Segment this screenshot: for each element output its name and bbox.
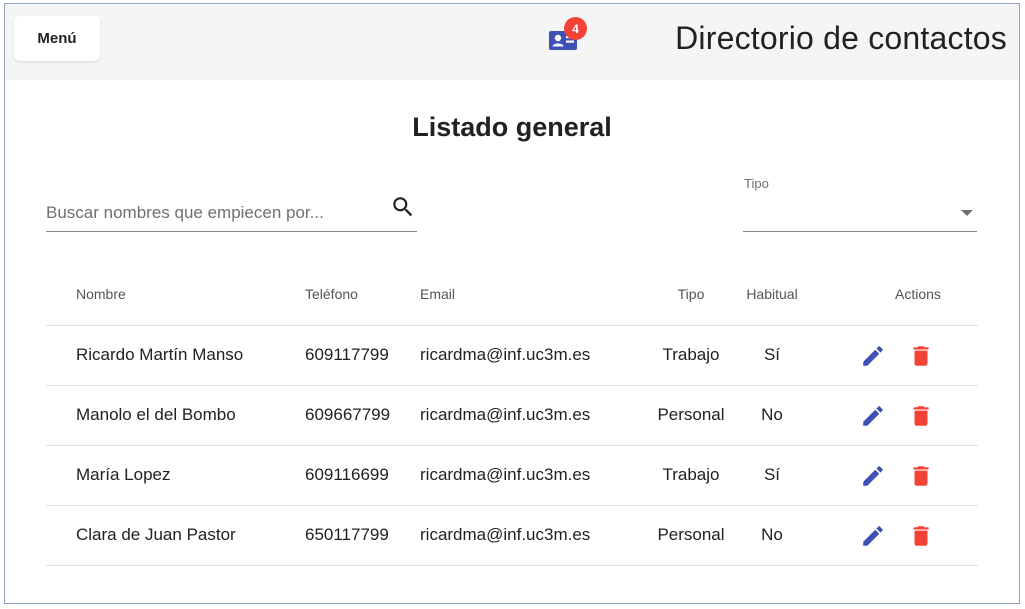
trash-icon: [913, 346, 929, 366]
cell-habitual: Sí: [763, 465, 781, 484]
delete-button[interactable]: [907, 522, 935, 550]
cell-habitual: Sí: [763, 345, 781, 364]
cell-type: Personal: [657, 405, 725, 424]
cell-email: ricardma@inf.uc3m.es: [420, 405, 591, 424]
pencil-icon: [863, 526, 883, 546]
header-habitual: Habitual: [746, 286, 798, 302]
pencil-icon: [863, 346, 883, 366]
trash-icon: [913, 466, 929, 486]
cell-habitual: No: [761, 405, 783, 424]
cell-phone: 609116699: [305, 465, 389, 484]
top-toolbar: Menú 4 Directorio de contactos: [5, 4, 1019, 80]
trash-icon: [913, 406, 929, 426]
cell-type: Trabajo: [662, 345, 720, 364]
header-type: Tipo: [677, 286, 705, 302]
pencil-icon: [863, 406, 883, 426]
table-row: Clara de Juan Pastor 650117799 ricardma@…: [46, 506, 978, 566]
delete-button[interactable]: [907, 342, 935, 370]
cell-name: Ricardo Martín Manso: [76, 345, 244, 364]
edit-button[interactable]: [859, 522, 887, 550]
pencil-icon: [863, 466, 883, 486]
cell-name: María Lopez: [76, 465, 171, 484]
delete-button[interactable]: [907, 462, 935, 490]
header-actions: Actions: [895, 286, 941, 302]
cell-name: Manolo el del Bombo: [76, 405, 236, 424]
table-row: María Lopez 609116699 ricardma@inf.uc3m.…: [46, 446, 978, 506]
contacts-button[interactable]: 4: [544, 17, 587, 54]
cell-phone: 609117799: [305, 345, 389, 364]
edit-button[interactable]: [859, 342, 887, 370]
search-field: [46, 192, 417, 232]
header-phone: Teléfono: [305, 286, 358, 302]
arrow-drop-down-icon: [961, 210, 973, 216]
table-row: Manolo el del Bombo 609667799 ricardma@i…: [46, 386, 978, 446]
search-input[interactable]: [46, 200, 376, 226]
app-window: Menú 4 Directorio de contactos Listado g…: [4, 3, 1020, 604]
header-name: Nombre: [76, 286, 126, 302]
delete-button[interactable]: [907, 402, 935, 430]
notification-badge: 4: [564, 17, 587, 40]
edit-button[interactable]: [859, 402, 887, 430]
app-title: Directorio de contactos: [675, 20, 1007, 56]
cell-type: Personal: [657, 525, 725, 544]
type-filter-label: Tipo: [744, 176, 769, 191]
cell-type: Trabajo: [662, 465, 720, 484]
type-filter-select[interactable]: Tipo: [743, 174, 977, 232]
cell-email: ricardma@inf.uc3m.es: [420, 345, 591, 364]
cell-habitual: No: [761, 525, 783, 544]
header-email: Email: [420, 286, 456, 302]
cell-name: Clara de Juan Pastor: [76, 525, 236, 544]
cell-phone: 609667799: [305, 405, 391, 424]
table-row: Ricardo Martín Manso 609117799 ricardma@…: [46, 326, 978, 386]
edit-button[interactable]: [859, 462, 887, 490]
cell-email: ricardma@inf.uc3m.es: [420, 465, 591, 484]
menu-button[interactable]: Menú: [14, 16, 100, 61]
search-icon[interactable]: [390, 194, 416, 220]
section-title: Listado general: [412, 112, 612, 142]
cell-email: ricardma@inf.uc3m.es: [420, 525, 591, 544]
contacts-table: Nombre Teléfono Email Tipo Habitual Acti…: [46, 266, 978, 566]
cell-phone: 650117799: [305, 525, 389, 544]
trash-icon: [913, 526, 929, 546]
table-header: Nombre Teléfono Email Tipo Habitual Acti…: [46, 266, 978, 326]
